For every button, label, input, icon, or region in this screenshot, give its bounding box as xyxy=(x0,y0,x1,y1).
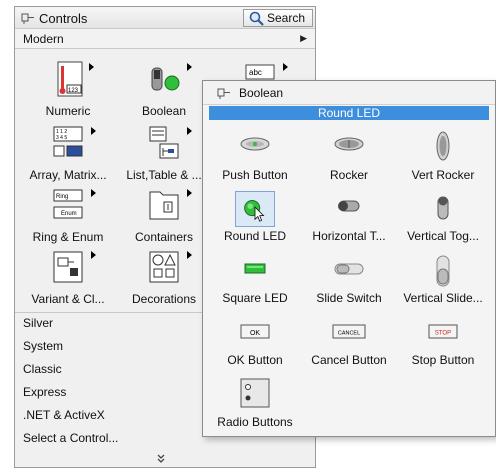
item-label: Radio Buttons xyxy=(217,415,293,429)
containers-palette-icon xyxy=(149,191,179,220)
search-label: Search xyxy=(267,11,306,25)
stop-button-icon: STOP xyxy=(428,324,458,339)
search-icon xyxy=(249,11,264,26)
search-button[interactable]: Search xyxy=(243,9,313,27)
palette-item-label: Containers xyxy=(134,230,194,244)
thumbtack-icon[interactable] xyxy=(217,87,231,99)
stop-glyph: STOP xyxy=(435,331,451,337)
item-label: Round LED xyxy=(223,229,287,243)
stop-button-item[interactable]: STOP Stop Button xyxy=(395,311,491,369)
palette-item-label: List,Table & ... xyxy=(126,168,202,182)
vertical-slide-item[interactable]: Vertical Slide... xyxy=(395,249,491,307)
cancel-button-icon: CANCEL xyxy=(332,324,366,339)
category-label: .NET & ActiveX xyxy=(23,408,105,422)
item-label: Vertical Slide... xyxy=(403,291,483,305)
rocker-icon xyxy=(334,137,364,151)
palette-item-label: Decorations xyxy=(131,292,197,306)
palette-item-variant-class[interactable]: Variant & Cl... xyxy=(21,248,115,310)
cancel-button-item[interactable]: CANCEL Cancel Button xyxy=(301,311,397,369)
cancel-glyph: CANCEL xyxy=(338,331,360,337)
item-label: Horizontal T... xyxy=(312,229,386,243)
palette-item-label: Ring & Enum xyxy=(32,230,104,244)
svg-text:123: 123 xyxy=(68,88,79,94)
boolean-title: Boolean xyxy=(239,86,284,100)
svg-text:3 4 5: 3 4 5 xyxy=(56,135,67,141)
slide-switch-icon xyxy=(334,263,364,275)
item-label: Cancel Button xyxy=(311,353,387,367)
numeric-palette-icon: 123 xyxy=(57,61,83,97)
ring-enum-palette-icon: Ring Enum xyxy=(53,189,83,219)
selected-item-name: Round LED xyxy=(209,106,489,120)
push-button-item[interactable]: Push Button xyxy=(207,126,303,184)
variant-class-palette-icon xyxy=(53,251,83,283)
svg-text:Enum: Enum xyxy=(61,211,77,217)
push-button-icon xyxy=(240,137,270,151)
palette-item-containers[interactable]: Containers xyxy=(117,186,211,248)
vertical-slide-icon xyxy=(436,255,450,287)
item-label: Vert Rocker xyxy=(411,168,475,182)
decorations-palette-icon xyxy=(149,251,179,283)
category-label: Select a Control... xyxy=(23,431,119,445)
palette-item-decorations[interactable]: Decorations xyxy=(117,248,211,310)
palette-item-ring-enum[interactable]: Ring Enum Ring & Enum xyxy=(21,186,115,248)
round-led-icon xyxy=(235,191,275,227)
vert-rocker-item[interactable]: Vert Rocker xyxy=(395,126,491,184)
palette-item-list-table[interactable]: List,Table & ... xyxy=(117,124,211,186)
category-label: Modern xyxy=(23,32,64,46)
submenu-arrow-icon: ▶ xyxy=(300,33,307,43)
vertical-toggle-icon xyxy=(437,196,449,220)
item-label: Push Button xyxy=(222,168,288,182)
boolean-palette-icon xyxy=(151,67,180,91)
item-label: Stop Button xyxy=(411,353,475,367)
round-led-item[interactable]: Round LED xyxy=(207,187,303,245)
vert-rocker-icon xyxy=(436,131,450,161)
rocker-item[interactable]: Rocker xyxy=(301,126,397,184)
thumbtack-icon[interactable] xyxy=(21,12,35,24)
category-label: Express xyxy=(23,385,67,399)
horizontal-toggle-icon xyxy=(338,200,360,212)
svg-text:Ring: Ring xyxy=(56,194,68,200)
category-label: System xyxy=(23,339,64,353)
category-label: Silver xyxy=(23,316,54,330)
radio-buttons-icon xyxy=(240,378,270,408)
list-table-palette-icon xyxy=(149,126,179,159)
category-modern[interactable]: Modern ▶ xyxy=(15,29,315,49)
radio-buttons-item[interactable]: Radio Buttons xyxy=(207,373,303,431)
palette-item-label: Array, Matrix... xyxy=(29,168,107,182)
svg-text:abc: abc xyxy=(249,68,262,77)
boolean-titlebar: Boolean xyxy=(203,81,495,105)
boolean-palette: Boolean Round LED Push Button Rocker Ver… xyxy=(202,80,496,437)
palette-item-label: Variant & Cl... xyxy=(31,292,105,306)
square-led-item[interactable]: Square LED xyxy=(207,249,303,307)
category-label: Classic xyxy=(23,362,62,376)
palette-item-label: Numeric xyxy=(45,104,91,118)
item-label: OK Button xyxy=(227,353,283,367)
item-label: Rocker xyxy=(329,168,368,182)
array-matrix-palette-icon: 1 1 2 3 4 5 xyxy=(53,126,83,157)
item-label: Square LED xyxy=(222,291,288,305)
controls-title: Controls xyxy=(39,11,88,26)
item-label: Slide Switch xyxy=(316,291,382,305)
controls-titlebar: Controls Search xyxy=(15,7,315,29)
ok-button-item[interactable]: OK OK Button xyxy=(207,311,303,369)
square-led-icon xyxy=(244,263,266,274)
vertical-toggle-item[interactable]: Vertical Tog... xyxy=(395,187,491,245)
ok-button-icon: OK xyxy=(240,324,270,339)
ok-glyph: OK xyxy=(250,330,260,337)
item-label: Vertical Tog... xyxy=(407,229,479,243)
palette-item-numeric[interactable]: 123 Numeric xyxy=(29,60,107,122)
slide-switch-item[interactable]: Slide Switch xyxy=(301,249,397,307)
palette-item-array-matrix[interactable]: 1 1 2 3 4 5 Array, Matrix... xyxy=(21,124,115,186)
horizontal-toggle-item[interactable]: Horizontal T... xyxy=(301,187,397,245)
palette-item-label: Boolean xyxy=(141,104,187,118)
expand-palette-chevron-icon[interactable] xyxy=(156,453,166,466)
palette-item-boolean[interactable]: Boolean xyxy=(125,60,203,122)
